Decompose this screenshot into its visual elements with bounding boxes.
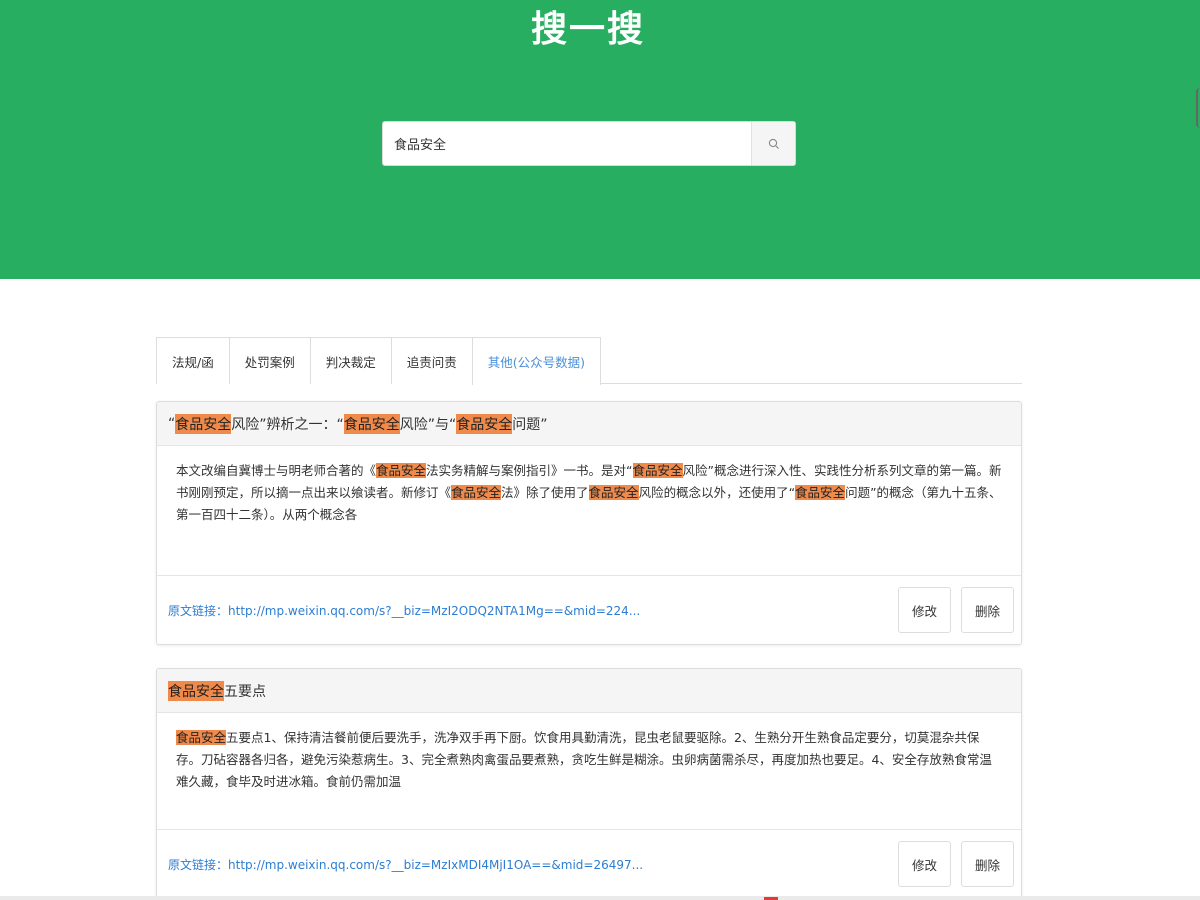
search-icon	[768, 138, 779, 149]
keyword-highlight: 食品安全	[175, 413, 232, 434]
text-segment: 法实务精解与案例指引》一书。是对“	[426, 463, 633, 478]
text-segment: 五要点	[224, 683, 266, 700]
result-card: “食品安全 风险”辨析之一：“ 食品安全 风险”与“ 食品安全 问题” 本文改编自冀博士与…	[156, 401, 1022, 645]
keyword-highlight: 食品安全	[588, 485, 639, 500]
keyword-highlight: 食品安全	[343, 413, 400, 434]
header-banner: 搜一搜	[0, 0, 1200, 279]
tab-penalty-cases[interactable]: 处罚案例	[228, 337, 311, 384]
tab-judgments[interactable]: 判决裁定	[309, 337, 392, 384]
source-link-label: 原文链接：	[168, 603, 229, 618]
source-link[interactable]: 原文链接：http://mp.weixin.qq.com/s?__biz=MzI…	[168, 856, 888, 873]
source-link-url: http://mp.weixin.qq.com/s?__biz=MzI2ODQ2…	[228, 603, 641, 618]
text-segment: 风险”与“	[399, 416, 457, 433]
text-segment: 法》除了使用了	[501, 485, 589, 500]
search-bar	[382, 121, 796, 166]
source-link[interactable]: 原文链接：http://mp.weixin.qq.com/s?__biz=MzI…	[168, 602, 888, 619]
scroll-edge	[1196, 88, 1200, 128]
text-segment: “	[168, 415, 176, 432]
text-segment: 问题”	[512, 416, 548, 433]
text-segment: 风险的概念以外，还使用了“	[638, 485, 796, 500]
result-footer: 原文链接：http://mp.weixin.qq.com/s?__biz=MzI…	[157, 575, 1021, 644]
keyword-highlight: 食品安全	[176, 730, 227, 745]
result-title[interactable]: “食品安全 风险”辨析之一：“ 食品安全 风险”与“ 食品安全 问题”	[157, 402, 1021, 446]
tab-regulations[interactable]: 法规/函	[156, 337, 230, 384]
text-segment: 本文改编自冀博士与明老师合著的《	[176, 463, 377, 478]
delete-button[interactable]: 删除	[961, 587, 1014, 633]
text-segment: 风险”辨析之一：“	[231, 416, 344, 433]
edit-button[interactable]: 修改	[898, 587, 951, 633]
page-title: 搜一搜	[530, 9, 645, 50]
tab-accountability[interactable]: 追责问责	[390, 337, 473, 384]
source-link-url: http://mp.weixin.qq.com/s?__biz=MzIxMDI4…	[228, 857, 644, 872]
search-input[interactable]	[383, 122, 751, 165]
keyword-highlight: 食品安全	[451, 485, 502, 500]
keyword-highlight: 食品安全	[456, 413, 513, 434]
source-link-label: 原文链接：	[168, 857, 229, 872]
search-button[interactable]	[751, 122, 795, 165]
edit-button[interactable]: 修改	[898, 841, 951, 887]
keyword-highlight: 食品安全	[795, 485, 846, 500]
keyword-highlight: 食品安全	[632, 463, 683, 478]
text-segment: 五要点1、保持清洁餐前便后要洗手，洗净双手再下厨。饮食用具勤清洗，昆虫老鼠要驱除…	[176, 730, 992, 789]
result-footer: 原文链接：http://mp.weixin.qq.com/s?__biz=MzI…	[157, 829, 1021, 898]
tab-other-wechat[interactable]: 其他(公众号数据)	[471, 337, 602, 385]
keyword-highlight: 食品安全	[376, 463, 427, 478]
result-summary: 本文改编自冀博士与明老师合著的《食品安全法实务精解与案例指引》一书。是对“食品安…	[157, 446, 1021, 526]
result-card: 食品安全 五要点 食品安全五要点1、保持清洁餐前便后要洗手，洗净双手再下厨。饮食用…	[156, 668, 1022, 900]
tab-bar: 法规/函 处罚案例 判决裁定 追责问责 其他(公众号数据)	[156, 337, 1022, 385]
result-summary: 食品安全五要点1、保持清洁餐前便后要洗手，洗净双手再下厨。饮食用具勤清洗，昆虫老…	[157, 713, 1021, 793]
delete-button[interactable]: 删除	[961, 841, 1014, 887]
result-title[interactable]: 食品安全 五要点	[157, 669, 1021, 713]
keyword-highlight: 食品安全	[168, 680, 224, 701]
horizontal-scrollbar[interactable]	[0, 896, 1200, 900]
